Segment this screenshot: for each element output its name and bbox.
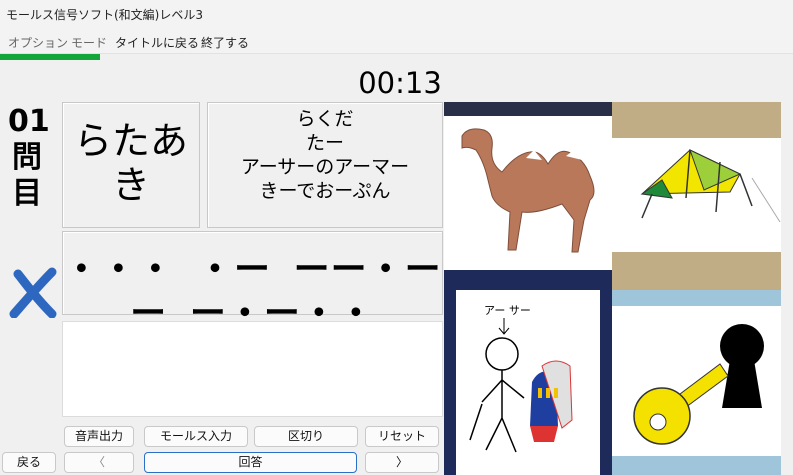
tent-image[interactable]	[612, 102, 781, 290]
next-button[interactable]: 〉	[365, 452, 439, 473]
audio-output-button[interactable]: 音声出力	[64, 426, 134, 447]
tent-icon	[612, 138, 781, 252]
arthur-icon: アー サー	[456, 290, 600, 475]
menu-options[interactable]: オプション	[8, 34, 68, 51]
answer-button[interactable]: 回答	[144, 452, 357, 473]
camel-icon	[444, 116, 612, 270]
window-title: モールス信号ソフト(和文編)レベル3	[6, 8, 203, 22]
image-grid: アー サー	[444, 102, 781, 475]
key-image[interactable]	[612, 290, 781, 475]
hint-panel: らくだ たー アーサーのアーマー きーでおーぷん	[207, 102, 443, 228]
answer-panel: らたあき	[62, 102, 200, 228]
progress-bar	[0, 54, 100, 60]
separator-button[interactable]: 区切り	[254, 426, 358, 447]
answer-text: らたあき	[73, 119, 188, 207]
menu-quit[interactable]: 終了する	[201, 34, 249, 51]
back-button[interactable]: 戻る	[2, 452, 56, 473]
camel-image[interactable]	[444, 102, 612, 270]
reset-button[interactable]: リセット	[365, 426, 439, 447]
morse-input-button[interactable]: モールス入力	[144, 426, 248, 447]
key-icon	[612, 306, 781, 456]
question-number: 01 問目	[8, 104, 50, 211]
arthur-image[interactable]: アー サー	[444, 270, 612, 475]
menu-bar: オプション モード タイトルに戻る 終了する	[0, 28, 793, 54]
arthur-caption: アー サー	[484, 304, 531, 317]
timer: 00:13	[358, 66, 442, 100]
hint-text: らくだ たー アーサーのアーマー きーでおーぷん	[240, 108, 410, 202]
title-bar: モールス信号ソフト(和文編)レベル3	[0, 0, 793, 28]
prev-button[interactable]: 〈	[64, 452, 134, 473]
answer-input[interactable]	[62, 321, 443, 417]
morse-panel: ・・・ ・ー ーー・ーー ー・ー・・	[62, 231, 443, 334]
menu-mode[interactable]: モード	[71, 34, 107, 51]
menu-back-to-title[interactable]: タイトルに戻る	[115, 34, 199, 51]
x-icon	[9, 267, 57, 318]
